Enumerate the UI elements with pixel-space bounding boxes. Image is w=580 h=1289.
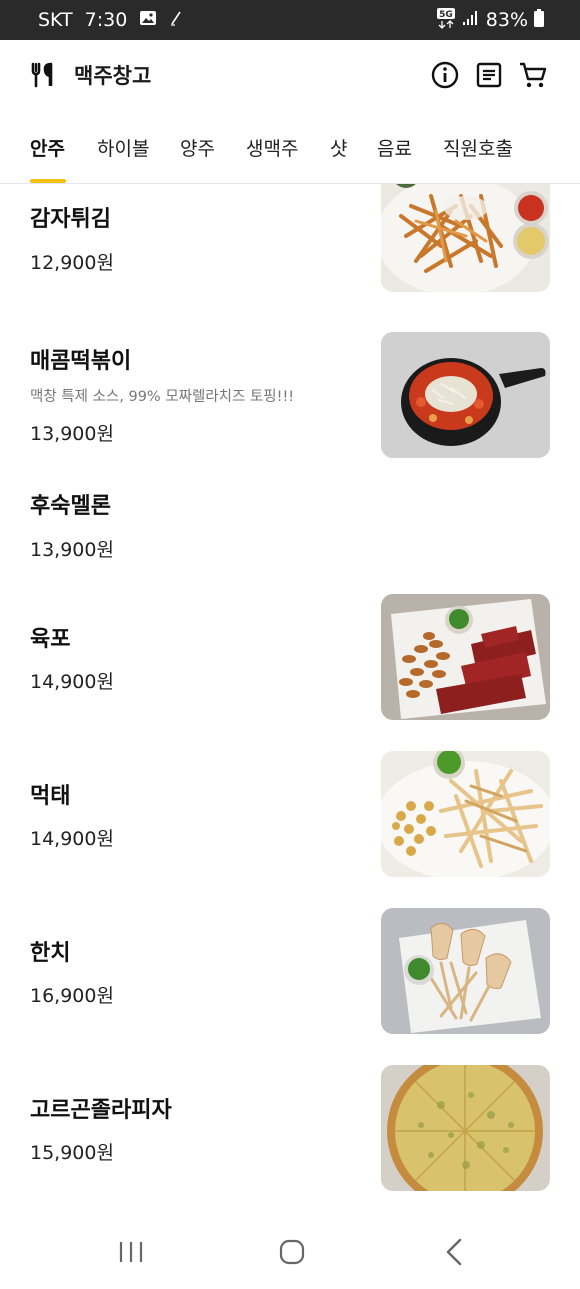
squid-photo (381, 908, 550, 1034)
tab-highball[interactable]: 하이볼 (97, 134, 149, 161)
list-item[interactable]: 먹태 14,900원 (0, 751, 580, 879)
menu-item-name: 한치 (30, 941, 71, 966)
list-item[interactable]: 매콤떡볶이 맥창 특제 소스, 99% 모짜렐라치즈 토핑!!! 13,900원 (0, 332, 580, 460)
gallery-icon (139, 9, 157, 31)
menu-item-price: 14,900원 (30, 671, 114, 693)
menu-item-name: 고르곤졸라피자 (30, 1098, 172, 1123)
category-tabs: 안주 하이볼 양주 생맥주 샷 음료 직원호출 (0, 112, 580, 184)
menu-item-price: 13,900원 (30, 539, 114, 561)
pizza-photo (381, 1065, 550, 1191)
menu-item-name: 육포 (30, 627, 71, 652)
status-right: 5G 83% (436, 0, 544, 40)
svg-text:5G: 5G (439, 10, 453, 20)
menu-item-price: 12,900원 (30, 252, 114, 274)
receipt-icon[interactable] (474, 60, 504, 90)
system-nav-bar (0, 1205, 580, 1289)
menu-item-name: 먹태 (30, 784, 71, 809)
pollock-photo (381, 751, 550, 877)
jerky-photo (381, 594, 550, 720)
menu-item-price: 14,900원 (30, 828, 114, 850)
list-item[interactable]: 후숙멜론 13,900원 (0, 482, 580, 582)
app-title: 맥주창고 (74, 64, 152, 88)
tab-beverage[interactable]: 음료 (377, 134, 412, 161)
cart-icon[interactable] (518, 60, 548, 90)
list-item[interactable]: 육포 14,900원 (0, 594, 580, 722)
signal-icon (462, 9, 480, 31)
pen-icon (169, 9, 183, 31)
menu-item-description: 맥창 특제 소스, 99% 모짜렐라치즈 토핑!!! (30, 389, 295, 405)
menu-item-name: 감자튀김 (30, 207, 111, 232)
menu-list: 감자튀김 12,900원 매콤떡볶이 맥창 특제 소스, 99% 모짜렐라치즈 … (0, 184, 580, 1204)
list-item[interactable]: 한치 16,900원 (0, 908, 580, 1036)
network-5g-icon: 5G (436, 7, 456, 34)
home-icon[interactable] (277, 1237, 307, 1267)
menu-item-name: 매콤떡볶이 (30, 349, 132, 374)
battery-level: 83% (485, 9, 528, 31)
recent-apps-icon[interactable] (116, 1237, 146, 1267)
tteokbokki-photo (381, 332, 550, 458)
carrier-label: SKT (38, 9, 73, 31)
list-item[interactable]: 고르곤졸라피자 15,900원 (0, 1065, 580, 1193)
tab-draft-beer[interactable]: 생맥주 (246, 134, 298, 161)
tab-call-staff[interactable]: 직원호출 (443, 134, 513, 161)
tab-shot[interactable]: 샷 (330, 134, 347, 161)
fries-photo (381, 184, 550, 292)
status-left: SKT 7:30 (38, 0, 183, 40)
menu-item-price: 13,900원 (30, 423, 114, 445)
tab-liquor[interactable]: 양주 (180, 134, 215, 161)
fork-knife-icon (30, 62, 56, 88)
menu-item-price: 15,900원 (30, 1142, 114, 1164)
active-tab-indicator (30, 179, 66, 183)
status-bar: SKT 7:30 5G 83% (0, 0, 580, 40)
tab-anju[interactable]: 안주 (30, 134, 65, 161)
list-item[interactable]: 감자튀김 12,900원 (0, 184, 580, 324)
clock: 7:30 (84, 9, 128, 31)
back-icon[interactable] (440, 1237, 470, 1267)
info-icon[interactable] (430, 60, 460, 90)
menu-item-name: 후숙멜론 (30, 494, 111, 519)
menu-item-price: 16,900원 (30, 985, 114, 1007)
app-header: 맥주창고 (0, 40, 580, 112)
battery-icon (534, 8, 544, 32)
